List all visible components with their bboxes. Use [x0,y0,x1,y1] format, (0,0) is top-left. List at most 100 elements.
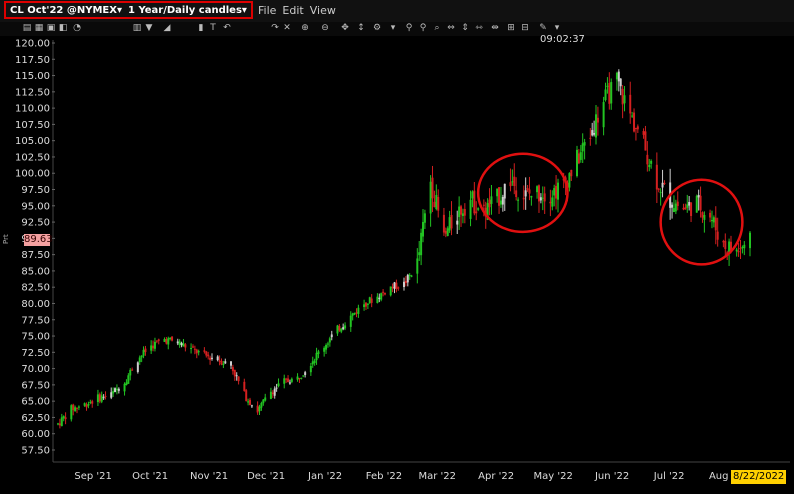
candle [406,273,409,287]
candle-body [125,382,128,386]
candle [714,206,717,245]
candle [60,413,63,427]
candle [57,422,59,426]
candle [458,196,461,230]
candle [475,201,478,221]
candle [125,379,128,386]
candle [368,296,371,305]
candles-group [57,69,751,429]
candle-body [423,213,426,223]
candle-body [91,401,94,404]
candle [191,344,194,348]
candle [602,96,605,136]
candle-body [142,349,145,356]
candle [722,239,725,248]
candle [568,172,571,192]
candle-body [743,244,746,249]
candle-body [72,404,75,411]
candle [247,398,250,406]
candle-body [530,195,533,198]
candle [699,186,702,218]
candle [224,358,227,364]
candle [579,144,582,163]
candlestick-chart[interactable]: 120.00 117.50 115.00 112.50 110.00 107.50 105.… [0,0,794,494]
candle-body [209,357,212,360]
candle-body [619,78,622,87]
candle-body [110,392,113,398]
candle-body [224,361,227,364]
candle [144,345,147,356]
candle [153,337,156,352]
candle-body [591,130,594,136]
candle-body [420,232,423,256]
candle-body [435,195,438,210]
x-tick-label: May '22 [534,471,573,482]
candle-body [604,89,607,101]
y-tick-label: 120.00 [15,39,50,50]
candle-body [623,95,626,104]
candle-body [153,341,156,349]
candle-body [539,197,542,201]
candle [176,338,179,346]
x-tick-label: Nov '21 [190,471,228,482]
candle-body [716,231,719,240]
candle [355,308,358,318]
candle [209,355,212,365]
candle [469,190,472,227]
candle-body [357,307,360,314]
candle-body [302,375,305,377]
y-tick-label: 70.00 [21,364,50,375]
candle [142,346,145,359]
candle-body [403,281,405,288]
candle-body [342,327,345,330]
candle [397,286,400,291]
candle-body [517,199,520,201]
candle-body [184,344,187,348]
candle-body [182,343,185,347]
clock-readout: 09:02:37 [540,34,585,45]
candle-body [686,204,689,208]
candle [193,345,196,355]
candle-body [741,247,744,249]
candle-body [460,206,463,215]
candle-body [446,228,449,236]
candle [591,122,594,137]
candle-body [526,188,529,190]
candle-body [714,217,717,231]
candle-body [249,399,252,405]
candle [710,210,713,229]
candle-body [368,297,371,303]
candle [737,243,740,257]
candle [102,394,105,400]
candle [245,388,248,402]
candle-body [642,131,645,135]
candle-body [581,143,584,152]
y-tick-label: 65.00 [21,397,50,408]
candle-body [195,349,198,354]
candle [682,203,685,211]
candle [123,382,126,396]
candle [621,85,624,119]
y-tick-label: 72.50 [21,348,50,359]
candle-body [115,388,118,390]
y-tick-label: 57.50 [21,446,50,457]
candle-body [655,164,658,190]
candle-body [444,230,447,234]
candle-body [615,72,618,80]
candle-body [416,258,419,274]
candle-body [541,197,544,199]
candle-body [418,252,421,256]
candle [127,373,130,384]
candle [659,188,662,206]
candle-body [136,362,139,372]
candle-body [684,207,687,210]
candle [140,355,143,363]
candle-body [621,88,624,105]
candle-body [528,189,531,194]
candle-body [553,188,556,196]
candle-body [176,341,179,344]
candle [420,228,423,266]
candle-body [62,416,65,419]
candle-body [699,195,702,211]
candle-body [551,197,554,207]
